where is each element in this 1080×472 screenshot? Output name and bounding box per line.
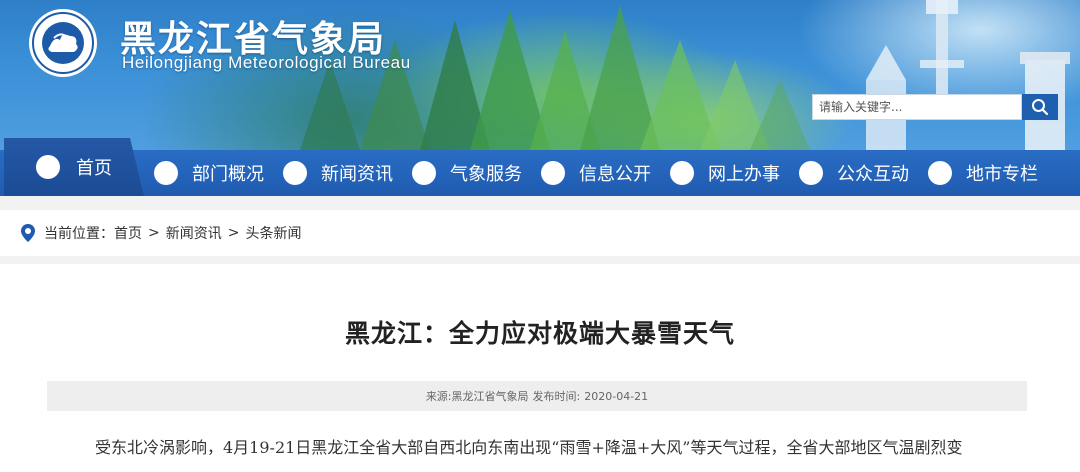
nav-item-online-services[interactable]: 网上办事 <box>670 150 780 196</box>
circle-dot-icon <box>799 161 823 185</box>
circle-dot-icon <box>541 161 565 185</box>
main-nav: 首页 部门概况 新闻资讯 气象服务 信息公开 网上办事 公众互动 地市专栏 <box>0 138 1080 196</box>
date-label: 发布时间: <box>532 390 581 403</box>
nav-item-department[interactable]: 部门概况 <box>154 150 264 196</box>
source-label: 来源: <box>425 390 452 403</box>
nav-item-info-disclosure[interactable]: 信息公开 <box>541 150 651 196</box>
breadcrumb-item-news[interactable]: 新闻资讯 <box>166 223 222 243</box>
date-value: 2020-04-21 <box>584 389 649 403</box>
search-icon <box>1032 99 1049 116</box>
article-title: 黑龙江：全力应对极端大暴雪天气 <box>344 319 735 348</box>
nav-item-label: 首页 <box>76 158 112 179</box>
circle-dot-icon <box>154 161 178 185</box>
circle-dot-icon <box>928 161 952 185</box>
site-subtitle: Heilongjiang Meteorological Bureau <box>122 53 411 72</box>
nav-item-weather-service[interactable]: 气象服务 <box>412 150 522 196</box>
breadcrumb-item-headlines[interactable]: 头条新闻 <box>245 223 301 243</box>
nav-item-public-interaction[interactable]: 公众互动 <box>799 150 909 196</box>
location-pin-icon <box>21 224 35 242</box>
circle-dot-icon <box>283 161 307 185</box>
nav-item-city-columns[interactable]: 地市专栏 <box>928 150 1038 196</box>
bureau-logo-icon[interactable] <box>28 8 98 78</box>
circle-dot-icon <box>36 155 60 179</box>
breadcrumb-separator: > <box>227 225 240 241</box>
nav-item-label: 信息公开 <box>579 164 651 185</box>
nav-item-label: 新闻资讯 <box>321 164 393 185</box>
nav-item-label: 气象服务 <box>450 164 522 185</box>
breadcrumb-prefix: 当前位置： <box>44 226 114 242</box>
search-box <box>812 94 1058 120</box>
circle-dot-icon <box>412 161 436 185</box>
article-body-line: 受东北冷涡影响，4月19-21日黑龙江全省大部自西北向东南出现“雨雪+降温+大风… <box>95 438 963 457</box>
nav-item-label: 地市专栏 <box>966 164 1038 185</box>
source-value: 黑龙江省气象局 <box>451 390 529 403</box>
nav-item-label: 公众互动 <box>837 164 909 185</box>
article: 黑龙江：全力应对极端大暴雪天气 来源: 黑龙江省气象局 发布时间: 2020-0… <box>0 264 1080 472</box>
search-button[interactable] <box>1022 94 1058 120</box>
search-input[interactable] <box>812 94 1022 120</box>
circle-dot-icon <box>670 161 694 185</box>
breadcrumb-separator: > <box>148 225 160 241</box>
header-banner: 黑龙江省气象局 Heilongjiang Meteorological Bure… <box>0 0 1080 150</box>
nav-item-home[interactable]: 首页 <box>4 138 144 196</box>
nav-item-news[interactable]: 新闻资讯 <box>283 150 393 196</box>
article-meta: 来源: 黑龙江省气象局 发布时间: 2020-04-21 <box>47 381 1027 411</box>
nav-item-label: 网上办事 <box>708 164 780 185</box>
breadcrumb-item-home[interactable]: 首页 <box>114 223 142 243</box>
nav-item-label: 部门概况 <box>192 164 264 185</box>
breadcrumb: 当前位置： 首页 > 新闻资讯 > 头条新闻 <box>0 210 1080 256</box>
